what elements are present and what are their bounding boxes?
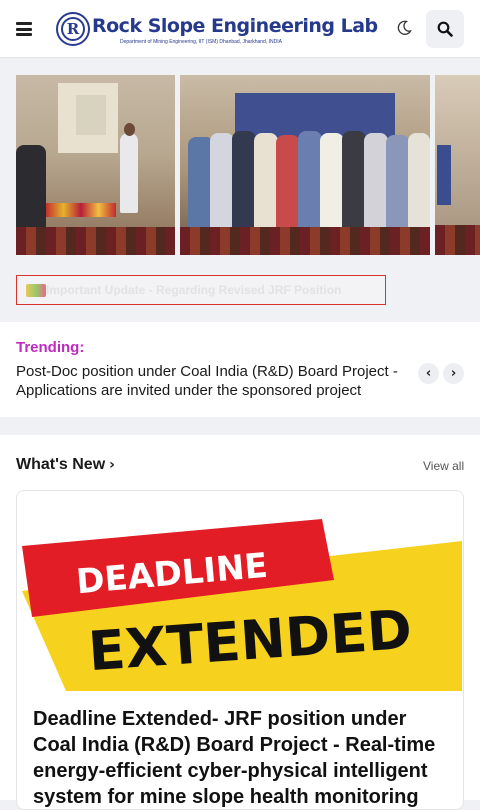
view-all-link[interactable]: View all: [423, 459, 464, 473]
event-photo-3[interactable]: [435, 75, 480, 255]
whats-new-title: What's New: [16, 456, 106, 473]
search-icon: [437, 21, 453, 37]
logo-title: Rock Slope Engineering Lab: [92, 15, 378, 37]
trending-label: Trending:: [16, 339, 85, 356]
photo-carousel[interactable]: Important Update - Regarding Revised JRF…: [0, 58, 480, 322]
menu-icon[interactable]: [16, 22, 32, 36]
event-photo-1[interactable]: [16, 75, 175, 255]
logo-emblem: R: [56, 12, 90, 46]
deadline-extended-banner: DEADLINE EXTENDED: [22, 519, 462, 691]
search-button[interactable]: [426, 10, 464, 48]
whats-new-section: What's New › View all DEADLINE EXTENDED …: [0, 435, 480, 810]
important-update-link[interactable]: Important Update - Regarding Revised JRF…: [16, 275, 386, 305]
logo-subtitle: Department of Mining Engineering, IIT (I…: [120, 39, 282, 45]
trending-section: Trending: Post-Doc position under Coal I…: [0, 322, 480, 417]
site-logo[interactable]: R Rock Slope Engineering Lab Department …: [56, 12, 378, 48]
event-photo-2[interactable]: [180, 75, 430, 255]
trending-headline[interactable]: Post-Doc position under Coal India (R&D)…: [16, 362, 416, 400]
news-card-title[interactable]: Deadline Extended- JRF position under Co…: [33, 706, 453, 809]
news-card[interactable]: DEADLINE EXTENDED Deadline Extended- JRF…: [16, 490, 464, 810]
top-header: R Rock Slope Engineering Lab Department …: [0, 0, 480, 58]
whats-new-heading[interactable]: What's New ›: [16, 456, 115, 474]
next-arrow-icon[interactable]: ›: [443, 363, 464, 384]
prev-arrow-icon[interactable]: ‹: [418, 363, 439, 384]
update-text: Important Update - Regarding Revised JRF…: [46, 283, 342, 297]
moon-icon[interactable]: [396, 20, 412, 36]
new-badge-icon: [26, 284, 46, 297]
chevron-right-icon: ›: [109, 457, 115, 473]
